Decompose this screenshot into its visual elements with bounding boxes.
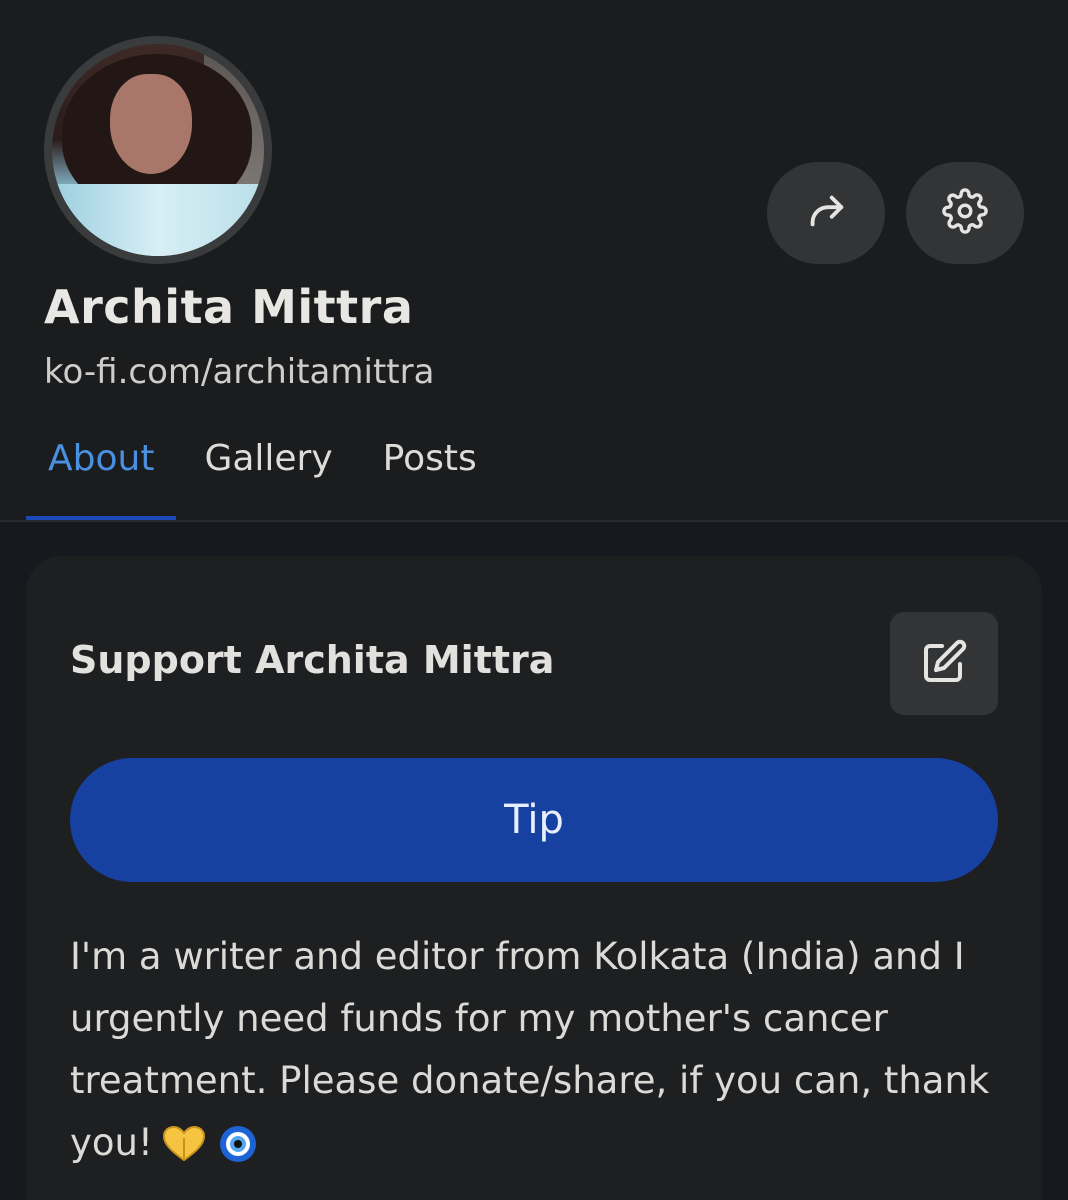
share-button[interactable] bbox=[767, 162, 885, 264]
edit-button[interactable] bbox=[890, 612, 998, 715]
avatar-photo bbox=[52, 44, 264, 256]
profile-header: Archita Mittra ko-fi.com/architamittra A… bbox=[0, 0, 1068, 522]
profile-name: Archita Mittra bbox=[44, 280, 414, 334]
profile-page: Archita Mittra ko-fi.com/architamittra A… bbox=[0, 0, 1068, 1200]
avatar[interactable] bbox=[44, 36, 272, 264]
tip-button[interactable]: Tip bbox=[70, 758, 998, 882]
profile-url[interactable]: ko-fi.com/architamittra bbox=[44, 352, 434, 392]
bio-text: I'm a writer and editor from Kolkata (In… bbox=[70, 926, 1030, 1174]
tab-posts[interactable]: Posts bbox=[361, 420, 499, 522]
share-arrow-icon bbox=[803, 188, 849, 238]
tab-about[interactable]: About bbox=[26, 420, 177, 522]
nazar-amulet-emoji bbox=[215, 1121, 261, 1162]
gear-icon bbox=[942, 188, 988, 238]
edit-icon bbox=[920, 638, 968, 690]
tab-gallery[interactable]: Gallery bbox=[182, 420, 354, 522]
bio-body: I'm a writer and editor from Kolkata (In… bbox=[70, 935, 990, 1164]
heart-hands-emoji bbox=[161, 1121, 207, 1161]
profile-tabs: About Gallery Posts bbox=[26, 420, 505, 522]
support-title: Support Archita Mittra bbox=[70, 638, 555, 682]
settings-button[interactable] bbox=[906, 162, 1024, 264]
